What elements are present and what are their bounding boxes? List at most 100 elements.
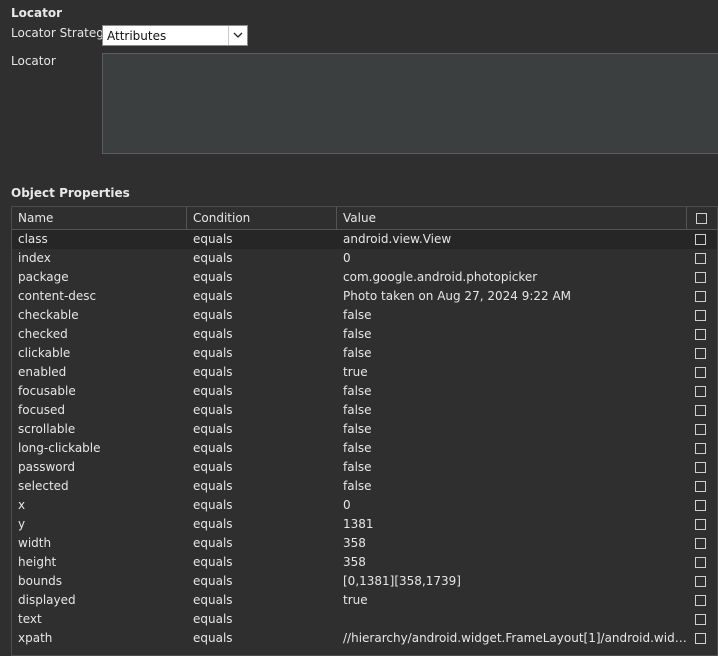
property-name-cell: text: [18, 612, 42, 626]
property-checkbox[interactable]: [695, 329, 706, 340]
select-all-checkbox[interactable]: [696, 213, 707, 224]
property-checkbox[interactable]: [695, 291, 706, 302]
property-condition-cell: equals: [193, 631, 233, 645]
table-row[interactable]: class equals android.view.View: [12, 230, 717, 249]
property-condition-cell: equals: [193, 289, 233, 303]
table-row[interactable]: focused equals false: [12, 401, 717, 420]
table-row[interactable]: width equals 358: [12, 534, 717, 553]
property-checkbox[interactable]: [695, 310, 706, 321]
property-checkbox[interactable]: [695, 348, 706, 359]
table-row[interactable]: content-desc equals Photo taken on Aug 27,…: [12, 287, 717, 306]
property-checkbox[interactable]: [695, 367, 706, 378]
property-value-cell: false: [343, 327, 372, 341]
table-row[interactable]: displayed equals true: [12, 591, 717, 610]
column-header-name[interactable]: Name: [12, 207, 187, 229]
table-row[interactable]: scrollable equals false: [12, 420, 717, 439]
property-value-cell: false: [343, 441, 372, 455]
column-header-value[interactable]: Value: [337, 207, 687, 229]
property-checkbox[interactable]: [695, 576, 706, 587]
property-checkbox[interactable]: [695, 557, 706, 568]
property-condition-cell: equals: [193, 479, 233, 493]
property-value-cell: 0: [343, 251, 351, 265]
table-row[interactable]: package equals com.google.android.photopic…: [12, 268, 717, 287]
property-checkbox[interactable]: [695, 481, 706, 492]
column-header-select: [687, 207, 717, 229]
property-checkbox[interactable]: [695, 234, 706, 245]
table-row[interactable]: clickable equals false: [12, 344, 717, 363]
property-checkbox[interactable]: [695, 595, 706, 606]
table-row[interactable]: height equals 358: [12, 553, 717, 572]
property-name-cell: height: [18, 555, 57, 569]
property-value-cell: 0: [343, 498, 351, 512]
property-condition-cell: equals: [193, 403, 233, 417]
property-name-cell: focusable: [18, 384, 76, 398]
property-select-cell: [687, 572, 717, 591]
table-row[interactable]: text equals: [12, 610, 717, 629]
property-value-cell: Photo taken on Aug 27, 2024 9:22 AM: [343, 289, 572, 303]
property-checkbox[interactable]: [695, 614, 706, 625]
property-name-cell: index: [18, 251, 51, 265]
table-row[interactable]: selected equals false: [12, 477, 717, 496]
property-checkbox[interactable]: [695, 386, 706, 397]
property-checkbox[interactable]: [695, 405, 706, 416]
property-checkbox[interactable]: [695, 424, 706, 435]
property-value-cell: [337, 610, 687, 629]
property-condition-cell: equals: [193, 555, 233, 569]
property-condition-cell: equals: [193, 327, 233, 341]
property-value-cell: false: [343, 479, 372, 493]
property-select-cell: [687, 553, 717, 572]
table-row[interactable]: checked equals false: [12, 325, 717, 344]
property-select-cell: [687, 344, 717, 363]
property-value-cell: 1381: [343, 517, 374, 531]
property-value-cell: false: [343, 346, 372, 360]
property-condition-cell: equals: [193, 365, 233, 379]
property-value-cell: 358: [343, 555, 366, 569]
property-condition-cell: equals: [193, 574, 233, 588]
property-condition-cell: equals: [193, 517, 233, 531]
property-checkbox[interactable]: [695, 500, 706, 511]
table-row[interactable]: checkable equals false: [12, 306, 717, 325]
property-name-cell: displayed: [18, 593, 76, 607]
property-select-cell: [687, 439, 717, 458]
locator-strategy-label: Locator Strategy: [11, 26, 111, 40]
column-header-condition[interactable]: Condition: [187, 207, 337, 229]
property-checkbox[interactable]: [695, 538, 706, 549]
table-row[interactable]: x equals 0: [12, 496, 717, 515]
locator-strategy-select[interactable]: Attributes: [102, 25, 248, 46]
property-select-cell: [687, 496, 717, 515]
object-properties-title: Object Properties: [11, 186, 130, 200]
property-name-cell: x: [18, 498, 26, 512]
property-value-cell: true: [343, 593, 368, 607]
property-name-cell: scrollable: [18, 422, 76, 436]
property-checkbox[interactable]: [695, 272, 706, 283]
table-row[interactable]: enabled equals true: [12, 363, 717, 382]
property-checkbox[interactable]: [695, 519, 706, 530]
property-checkbox[interactable]: [695, 253, 706, 264]
property-select-cell: [687, 325, 717, 344]
property-checkbox[interactable]: [695, 462, 706, 473]
table-row[interactable]: focusable equals false: [12, 382, 717, 401]
property-name-cell: content-desc: [18, 289, 97, 303]
property-condition-cell: equals: [193, 346, 233, 360]
property-value-cell: false: [343, 384, 372, 398]
property-condition-cell: equals: [193, 441, 233, 455]
table-row[interactable]: y equals 1381: [12, 515, 717, 534]
property-name-cell: focused: [18, 403, 66, 417]
table-row[interactable]: password equals false: [12, 458, 717, 477]
property-name-cell: enabled: [18, 365, 67, 379]
property-condition-cell: equals: [193, 498, 233, 512]
property-value-cell: //hierarchy/android.widget.FrameLayout[1…: [343, 631, 687, 645]
property-checkbox[interactable]: [695, 633, 706, 644]
table-row[interactable]: long-clickable equals false: [12, 439, 717, 458]
property-value-cell: android.view.View: [343, 232, 452, 246]
property-condition-cell: equals: [193, 308, 233, 322]
locator-textarea[interactable]: [102, 53, 718, 154]
table-row[interactable]: xpath equals //hierarchy/android.widget.Fr…: [12, 629, 717, 648]
chevron-down-icon[interactable]: [228, 26, 247, 45]
property-select-cell: [687, 306, 717, 325]
table-row[interactable]: index equals 0: [12, 249, 717, 268]
property-checkbox[interactable]: [695, 443, 706, 454]
property-condition-cell: equals: [193, 251, 233, 265]
property-condition-cell: equals: [193, 536, 233, 550]
table-row[interactable]: bounds equals [0,1381][358,1739]: [12, 572, 717, 591]
